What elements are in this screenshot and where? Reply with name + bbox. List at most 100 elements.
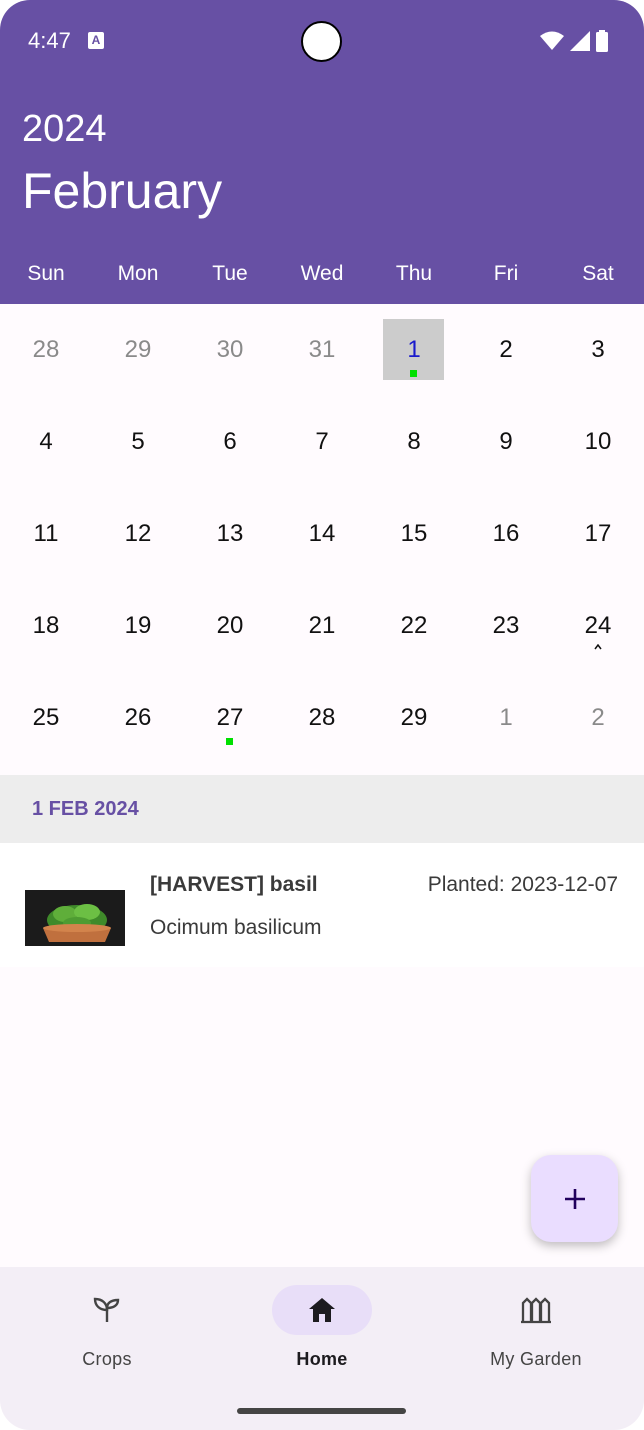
calendar-day[interactable]: 21 <box>276 580 368 672</box>
month-label: February <box>22 163 223 219</box>
weekday-row: Sun Mon Tue Wed Thu Fri Sat <box>0 256 644 296</box>
calendar-day[interactable]: 18 <box>0 580 92 672</box>
today-marker-icon <box>594 644 602 650</box>
calendar-week: 18 19 20 21 22 23 24 <box>0 580 644 672</box>
calendar-day[interactable]: 2 <box>460 304 552 396</box>
calendar-day[interactable]: 20 <box>184 580 276 672</box>
calendar-day[interactable]: 14 <box>276 488 368 580</box>
day-number: 12 <box>124 520 152 547</box>
weekday-mon: Mon <box>117 262 159 285</box>
day-number: 7 <box>315 428 329 455</box>
calendar-day[interactable]: 26 <box>92 672 184 764</box>
calendar-day[interactable]: 31 <box>276 304 368 396</box>
calendar-day[interactable]: 9 <box>460 396 552 488</box>
day-number: 1 <box>499 704 513 731</box>
bottom-navigation: Crops Home My Garden <box>0 1267 644 1430</box>
calendar-day[interactable]: 4 <box>0 396 92 488</box>
day-number: 17 <box>584 520 612 547</box>
calendar-day[interactable]: 29 <box>368 672 460 764</box>
day-number: 29 <box>124 336 152 363</box>
day-number: 23 <box>492 612 520 639</box>
day-number: 26 <box>124 704 152 731</box>
notification-a-icon: A <box>88 32 104 49</box>
calendar-day[interactable]: 25 <box>0 672 92 764</box>
day-number: 28 <box>32 336 60 363</box>
calendar-day[interactable]: 15 <box>368 488 460 580</box>
calendar-day[interactable]: 24 <box>552 580 644 672</box>
calendar-day[interactable]: 6 <box>184 396 276 488</box>
calendar-day[interactable]: 2 <box>552 672 644 764</box>
day-number: 19 <box>124 612 152 639</box>
day-number: 13 <box>216 520 244 547</box>
day-number: 4 <box>39 428 53 455</box>
gesture-home-bar[interactable] <box>237 1408 406 1414</box>
calendar-day[interactable]: 28 <box>276 672 368 764</box>
calendar-day[interactable]: 19 <box>92 580 184 672</box>
calendar-week: 25 26 27 28 29 1 2 <box>0 672 644 764</box>
wifi-icon <box>540 31 564 50</box>
day-number: 9 <box>499 428 513 455</box>
calendar-day[interactable]: 22 <box>368 580 460 672</box>
day-number: 10 <box>584 428 612 455</box>
day-number: 6 <box>223 428 237 455</box>
nav-crops-icon-container <box>57 1285 157 1335</box>
nav-crops[interactable]: Crops <box>37 1285 177 1370</box>
app-screen: 4:47 A 2024 February Sun Mon Tue Wed Thu… <box>0 0 644 1430</box>
crop-event-item[interactable]: [HARVEST] basil Planted: 2023-12-07 Ocim… <box>0 843 644 967</box>
calendar-day[interactable]: 5 <box>92 396 184 488</box>
calendar-header: 4:47 A 2024 February Sun Mon Tue Wed Thu… <box>0 0 644 304</box>
day-number: 15 <box>400 520 428 547</box>
calendar-day[interactable]: 12 <box>92 488 184 580</box>
day-number: 30 <box>216 336 244 363</box>
nav-crops-label: Crops <box>82 1349 132 1369</box>
calendar-day[interactable]: 17 <box>552 488 644 580</box>
day-number: 16 <box>492 520 520 547</box>
day-number: 1 <box>407 336 421 363</box>
nav-my-garden[interactable]: My Garden <box>466 1285 606 1370</box>
calendar-day[interactable]: 3 <box>552 304 644 396</box>
event-indicator <box>410 370 417 377</box>
day-number: 22 <box>400 612 428 639</box>
calendar-day[interactable]: 29 <box>92 304 184 396</box>
calendar-day[interactable]: 8 <box>368 396 460 488</box>
calendar-day[interactable]: 1 <box>460 672 552 764</box>
sprout-icon <box>93 1297 120 1322</box>
day-number: 25 <box>32 704 60 731</box>
day-number: 29 <box>400 704 428 731</box>
weekday-tue: Tue <box>212 262 248 285</box>
day-number: 2 <box>591 704 605 731</box>
day-number: 21 <box>308 612 336 639</box>
calendar-day[interactable]: 13 <box>184 488 276 580</box>
nav-garden-label: My Garden <box>490 1349 582 1369</box>
day-number: 11 <box>33 520 59 547</box>
camera-cutout <box>301 21 342 62</box>
crop-event-title: [HARVEST] basil <box>150 873 318 896</box>
nav-home[interactable]: Home <box>252 1285 392 1370</box>
plus-icon <box>564 1188 585 1209</box>
nav-garden-icon-container <box>486 1285 586 1335</box>
calendar-week: 11 12 13 14 15 16 17 <box>0 488 644 580</box>
calendar-day[interactable]: 7 <box>276 396 368 488</box>
add-button[interactable] <box>531 1155 618 1242</box>
status-icons <box>540 30 608 52</box>
weekday-fri: Fri <box>493 262 519 285</box>
calendar-day[interactable]: 23 <box>460 580 552 672</box>
calendar-day[interactable]: 11 <box>0 488 92 580</box>
calendar-day[interactable]: 16 <box>460 488 552 580</box>
day-number: 3 <box>591 336 605 363</box>
weekday-thu: Thu <box>395 262 433 285</box>
day-number: 20 <box>216 612 244 639</box>
weekday-sat: Sat <box>582 262 614 285</box>
nav-home-label: Home <box>296 1349 348 1369</box>
home-icon <box>309 1298 335 1322</box>
calendar-day[interactable]: 27 <box>184 672 276 764</box>
selected-date-banner: 1 FEB 2024 <box>0 775 644 843</box>
day-number: 27 <box>216 704 244 731</box>
calendar-day[interactable]: 10 <box>552 396 644 488</box>
calendar-week: 4 5 6 7 8 9 10 <box>0 396 644 488</box>
calendar-day[interactable]: 28 <box>0 304 92 396</box>
day-number: 2 <box>499 336 513 363</box>
nav-home-icon-container <box>272 1285 372 1335</box>
calendar-day-selected[interactable]: 1 <box>368 304 460 396</box>
calendar-day[interactable]: 30 <box>184 304 276 396</box>
